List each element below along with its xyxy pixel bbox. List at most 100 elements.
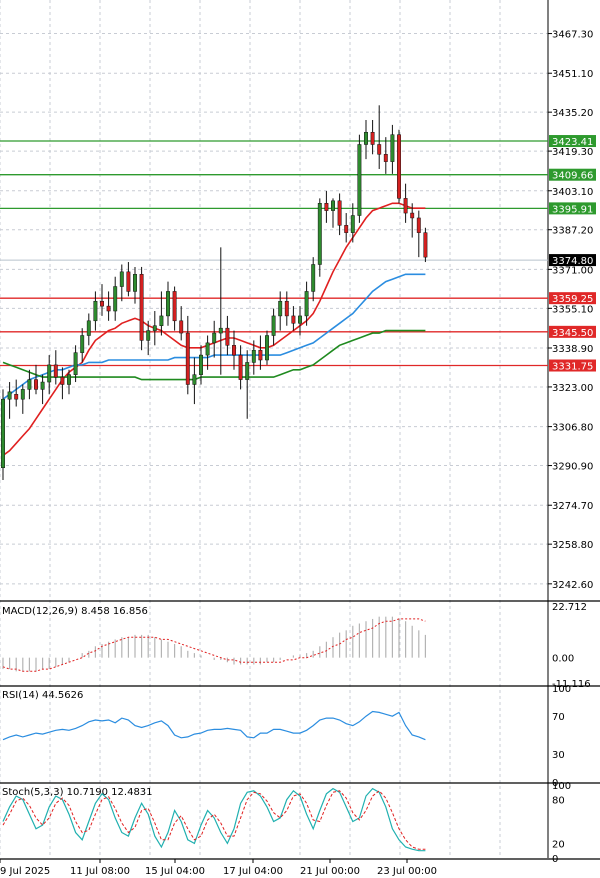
candle [278,291,283,331]
candle [53,350,58,385]
stoch-tick-label: 0 [552,854,558,865]
candle-body [271,315,276,336]
candle-body [357,144,362,216]
macd-tick-label: 22.712 [552,602,587,613]
candle-body [199,354,203,375]
candle [232,330,236,370]
time-axis: 9 Jul 2025 11 Jul 08:00 15 Jul 04:00 17 Jul… [0,859,437,877]
candle-body [53,364,58,378]
candle-body [383,154,388,162]
candle-body [40,381,45,390]
candle [370,120,375,155]
price-tick-label: 3371.00 [552,265,593,276]
candle-body [238,354,243,380]
candle-body [60,376,65,385]
candle-body [47,364,52,383]
price-tick-label: 3403.10 [552,187,593,198]
time-tick-label: 17 Jul 04:00 [223,866,283,877]
candle [383,137,388,174]
macd-tick-label: 0.00 [552,654,574,665]
candle [416,210,421,258]
candle-body [397,134,401,199]
stoch-label: Stoch(5,3,3) 10.7190 12.4831 [2,787,153,798]
candle-body [139,274,144,341]
candle [205,335,210,370]
trading-chart: 3423.413409.663395.913359.253345.503331.… [0,0,600,877]
macd-panel: MACD(12,26,9) 8.458 16.856 22.7120.00-11… [2,602,591,690]
candle-body [331,200,335,211]
candle [298,306,302,336]
price-axis: 3467.30 3451.10 3435.20 3419.30 3403.10 3387.… [548,30,593,591]
candle [192,357,197,405]
candle-body [284,300,289,317]
candle [238,345,243,390]
price-tick-label: 3290.90 [552,462,593,473]
level-label: 3395.91 [552,204,593,215]
candle-body [337,200,342,226]
candle [126,262,131,297]
candle-body [370,131,375,145]
rsi-tick-label: 30 [552,750,565,761]
level-label: 3331.75 [552,362,593,373]
candle [364,120,368,160]
candle [390,124,395,174]
candle-body [126,271,131,292]
candle [119,264,124,302]
price-tick-label: 3435.20 [552,108,593,119]
price-tick-label: 3258.80 [552,540,593,551]
candle-body [100,300,104,307]
candle [311,257,316,302]
price-tick-label: 3274.70 [552,501,593,512]
candlesticks [1,105,428,480]
candle-body [133,274,137,292]
rsi-label: RSI(14) 44.5626 [2,690,83,701]
candle-body [317,203,322,265]
price-tick-label: 3467.30 [552,30,593,41]
time-tick-label: 21 Jul 00:00 [300,866,360,877]
candle [403,183,408,223]
candle [40,374,45,405]
candle-body [159,315,164,326]
candle-body [304,291,309,317]
candle [80,328,85,363]
candle-body [179,320,184,334]
candle-body [80,335,85,353]
time-tick-label: 9 Jul 2025 [0,866,50,877]
candle [14,379,19,407]
candle-body [251,349,256,363]
candle [291,306,296,331]
candle [27,369,32,400]
candle-body [212,332,217,344]
candle [331,198,335,228]
candle [423,227,428,263]
candle-body [205,342,210,356]
candle-body [350,215,355,233]
rsi-tick-label: 100 [552,684,571,695]
candle-body [291,315,296,324]
candle-body [390,134,395,162]
price-tick-label: 3387.20 [552,226,593,237]
price-tick-label: 3419.30 [552,147,593,158]
candle-body [7,391,12,400]
candle-body [192,374,197,385]
candle-body [34,379,38,390]
candle [284,291,289,326]
rsi-panel: RSI(14) 44.5626 10070300 [2,684,571,789]
candle [397,129,401,204]
candle-body [93,300,98,322]
stoch-d-line [2,790,426,850]
candle [93,291,98,331]
candle [377,105,382,169]
candle [113,276,118,321]
candle-body [172,291,177,322]
candle-body [152,325,157,331]
candle-body [218,327,223,334]
candle-body [258,349,263,361]
candle-body [377,144,382,155]
stoch-tick-label: 100 [552,781,571,792]
candle-body [416,217,421,233]
rsi-line [2,710,426,741]
candle [172,286,177,331]
candle-body [265,335,269,361]
candle-body [113,286,118,312]
